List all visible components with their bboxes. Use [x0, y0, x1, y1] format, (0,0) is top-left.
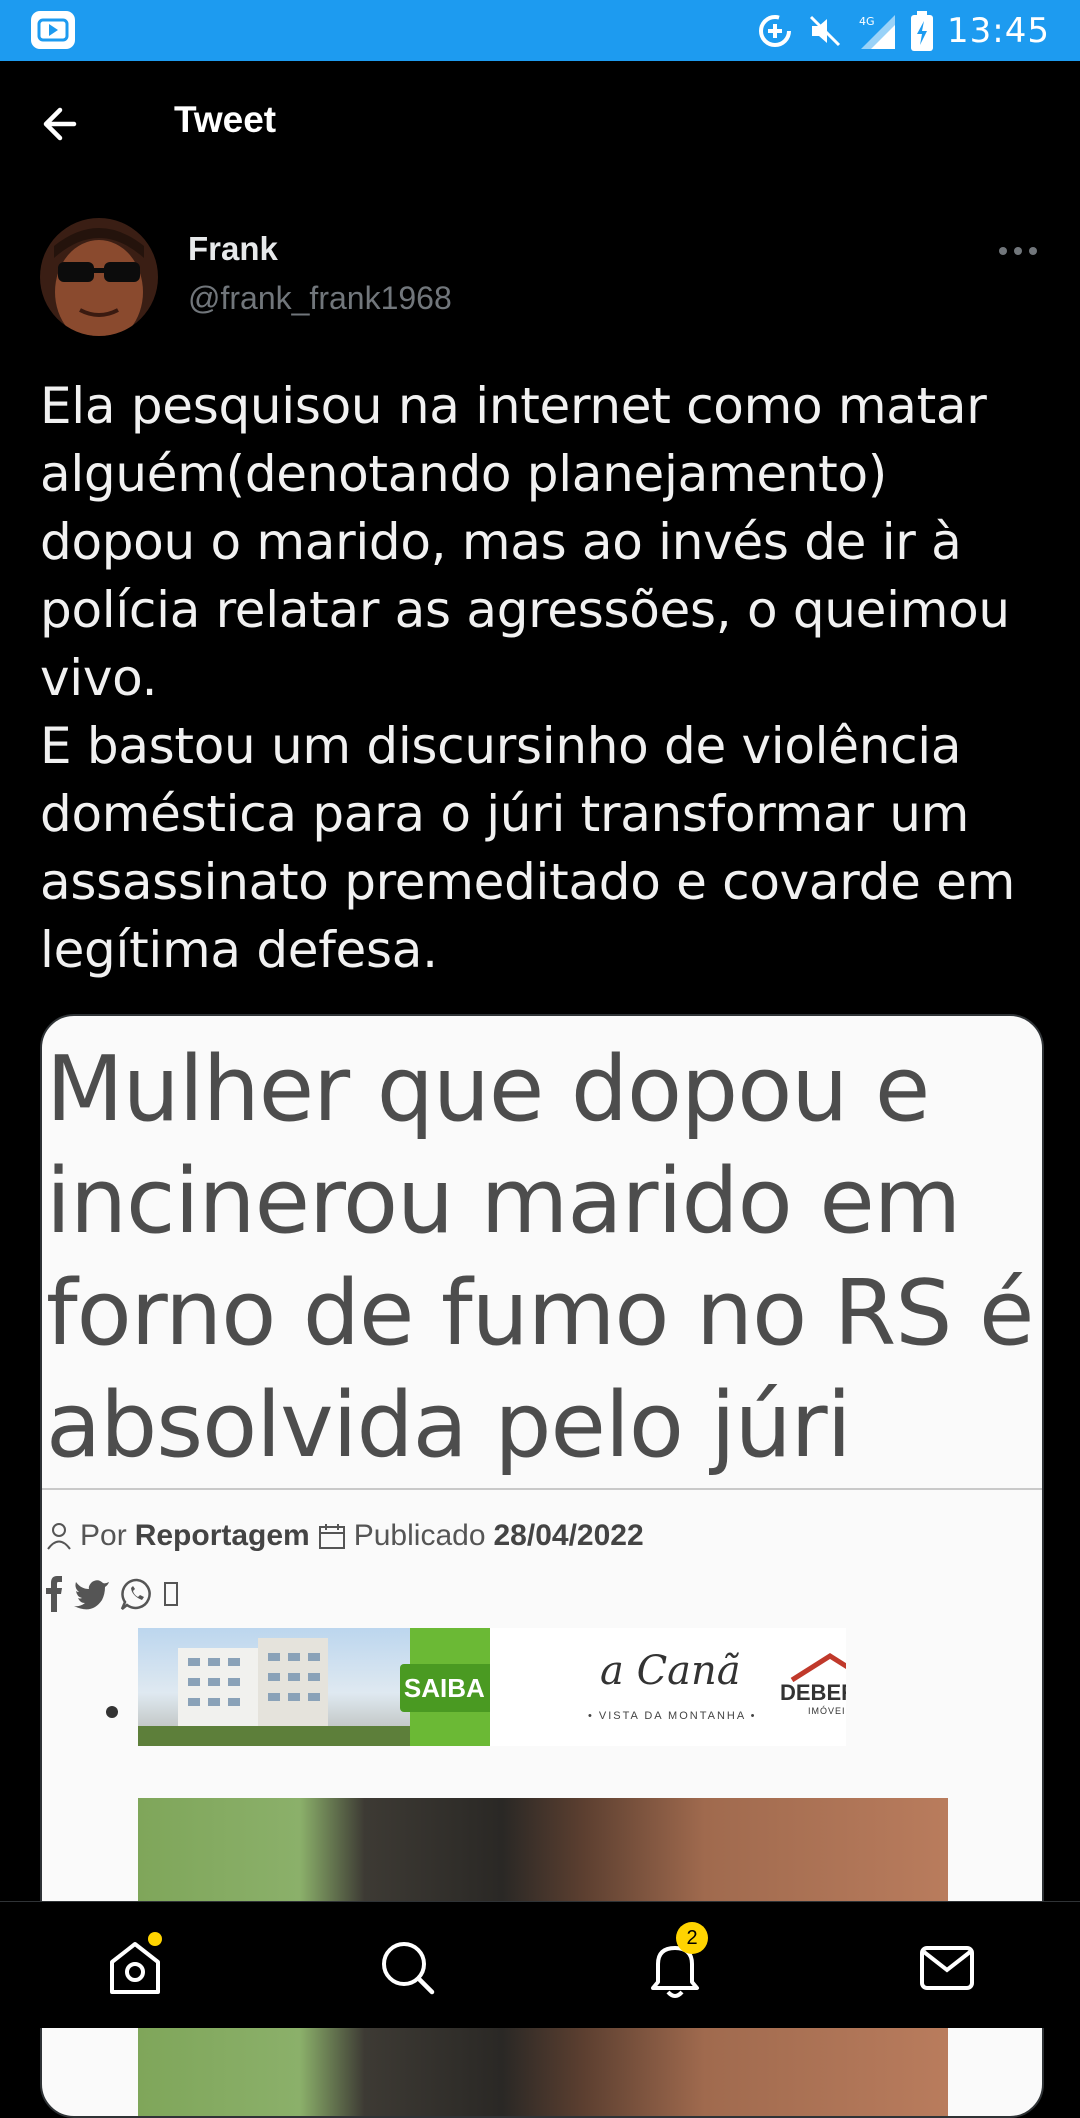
author-handle[interactable]: @frank_frank1968	[188, 280, 452, 317]
page-title: Tweet	[174, 99, 277, 140]
mail-icon	[920, 1946, 974, 1990]
calendar-icon	[318, 1524, 345, 1549]
notification-count-badge: 2	[676, 1922, 708, 1954]
mute-icon	[807, 13, 843, 49]
facebook-icon	[46, 1576, 62, 1612]
user-icon	[47, 1523, 71, 1550]
whatsapp-icon	[120, 1578, 151, 1610]
back-button[interactable]	[36, 101, 92, 147]
nav-notifications[interactable]: 2	[640, 1922, 710, 2002]
nav-search[interactable]	[372, 1932, 442, 2002]
more-options-button[interactable]	[995, 236, 1041, 266]
status-time: 13:45	[947, 11, 1050, 51]
data-saver-icon	[757, 13, 793, 49]
unknown-glyph-icon	[164, 1582, 178, 1606]
nav-home[interactable]	[100, 1932, 170, 2002]
author-name[interactable]: Frank	[188, 230, 278, 268]
ad-logo-cana-sub: • VISTA DA MONTANHA •	[588, 1710, 757, 1722]
ad-green-strip: SAIBA MAIS	[400, 1628, 560, 1746]
ad-logo-deberg: DEBERG	[780, 1680, 846, 1705]
ad-building-image	[138, 1628, 410, 1746]
nav-messages[interactable]	[912, 1932, 982, 2002]
top-app-bar: Tweet	[0, 61, 1080, 186]
article-headline: Mulher que dopou e incinerou marido em f…	[46, 1037, 1034, 1478]
list-bullet	[106, 1706, 118, 1718]
share-icons	[46, 1576, 178, 1612]
ad-logo-cana: a Canã	[600, 1648, 741, 1694]
network-type-label: 4G	[859, 15, 875, 28]
battery-charging-icon	[911, 11, 934, 51]
ad-banner[interactable]: SAIBA MAIS a Canã • VISTA DA MONTANHA • …	[138, 1628, 846, 1746]
arrow-left-icon	[43, 107, 77, 141]
more-horizontal-icon	[999, 247, 1037, 255]
ad-logos: a Canã • VISTA DA MONTANHA • DEBERG IMÓV…	[490, 1628, 846, 1746]
byline-prefix: Por	[80, 1519, 127, 1552]
ad-logo-deberg-sub: IMÓVEIS	[808, 1706, 846, 1716]
bottom-navigation: 2	[0, 1901, 1080, 2028]
search-icon	[382, 1942, 435, 1995]
signal-4g-icon: 4G	[857, 11, 897, 51]
divider	[42, 1488, 1042, 1490]
house-roof-icon	[790, 1653, 846, 1682]
app-notification-icon	[30, 10, 76, 50]
published-date: 28/04/2022	[493, 1519, 644, 1552]
home-unread-dot	[148, 1932, 162, 1946]
status-bar: 4G 13:45	[0, 0, 1080, 61]
byline-author: Reportagem	[134, 1519, 310, 1552]
published-label: Publicado	[353, 1519, 486, 1552]
article-byline: Por Reportagem Publicado 28/04/2022	[46, 1519, 644, 1553]
tweet-text: Ela pesquisou na internet como matar alg…	[40, 377, 1016, 979]
author-avatar[interactable]	[40, 218, 158, 336]
twitter-icon	[74, 1580, 109, 1610]
